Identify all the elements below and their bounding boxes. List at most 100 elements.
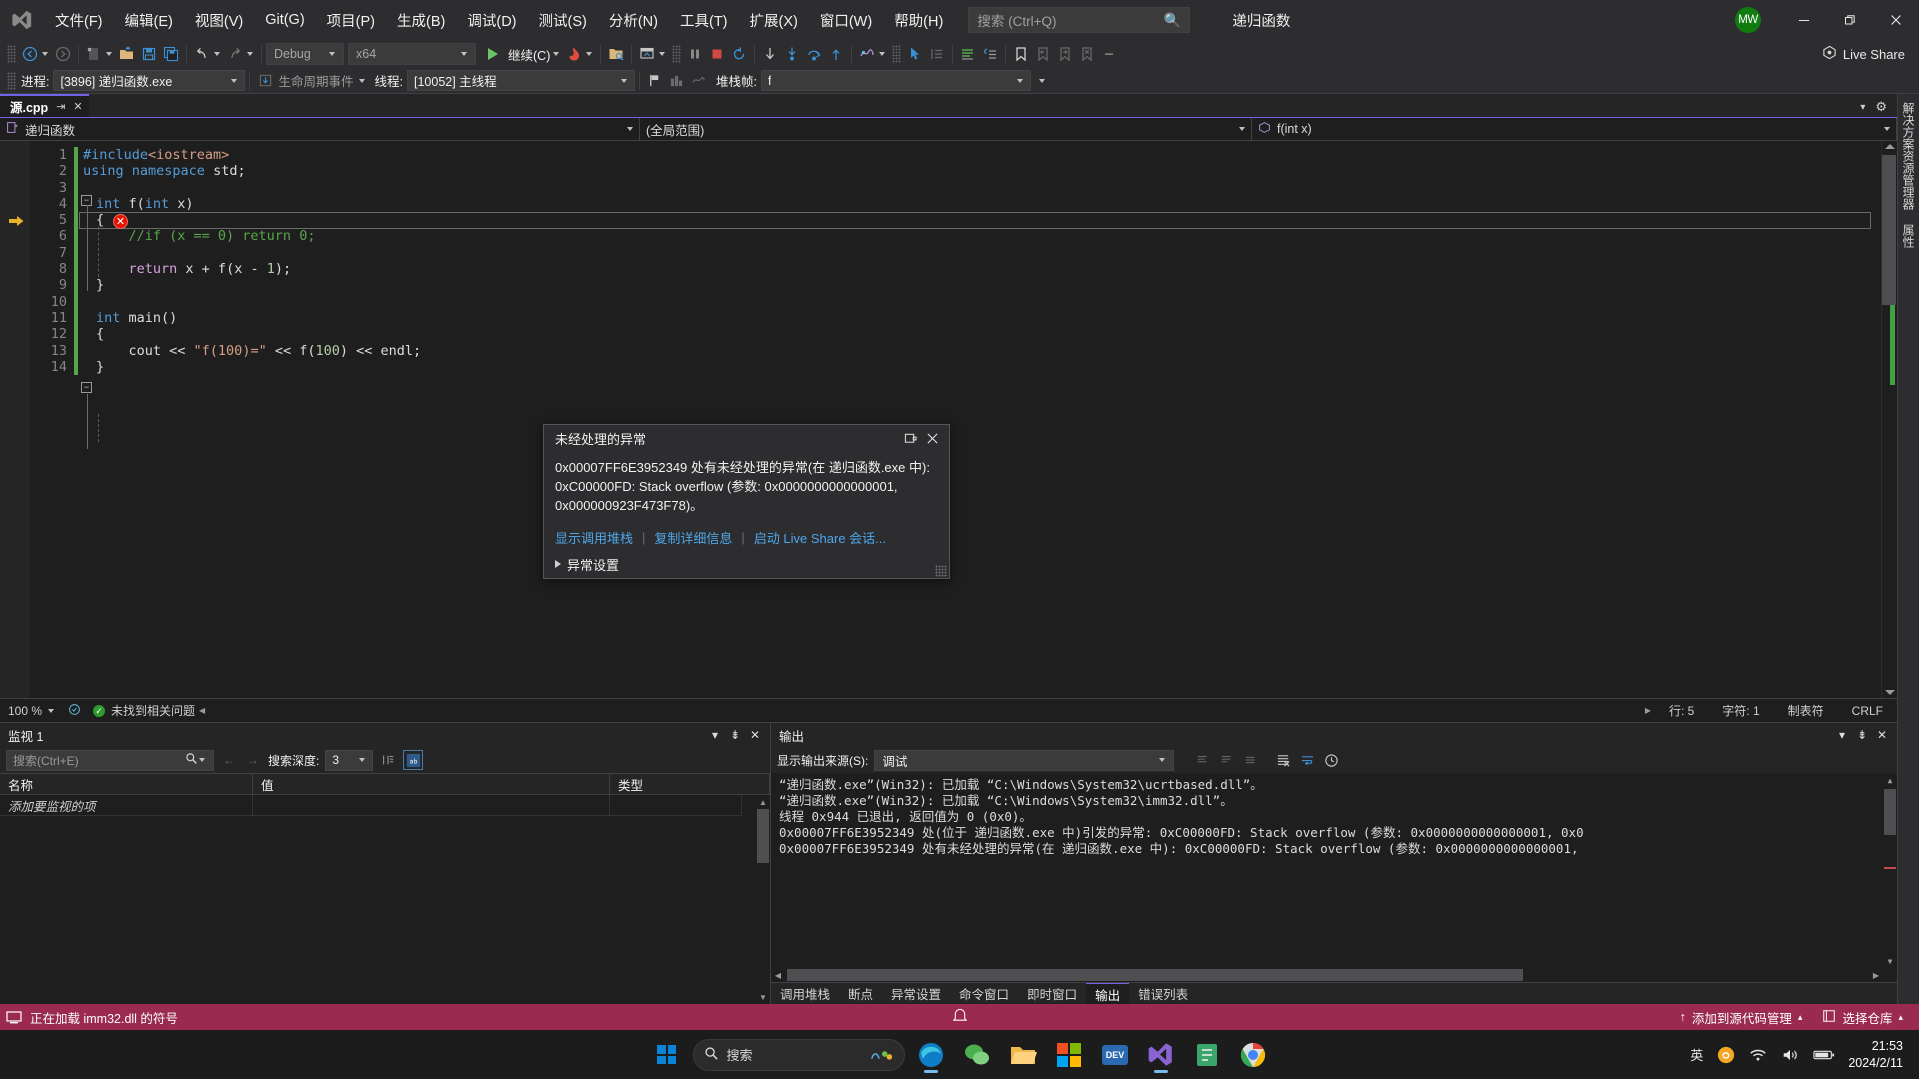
- step-into-icon[interactable]: [781, 42, 803, 66]
- tab-error-list[interactable]: 错误列表: [1129, 983, 1197, 1005]
- taskbar-app-edge[interactable]: [911, 1035, 951, 1075]
- modules-icon[interactable]: [666, 69, 688, 93]
- scroll-up-arrow-icon[interactable]: ▲: [756, 795, 770, 809]
- menu-edit[interactable]: 编辑(E): [114, 0, 184, 40]
- uncomment-icon[interactable]: [979, 42, 1001, 66]
- scrollbar-thumb[interactable]: [1882, 155, 1896, 305]
- tab-command-window[interactable]: 命令窗口: [950, 983, 1018, 1005]
- toolbar-grip-2[interactable]: [672, 45, 682, 63]
- watch-search-input[interactable]: 搜索(Ctrl+E): [6, 749, 214, 771]
- solution-platform-combo[interactable]: x64: [348, 43, 476, 65]
- threads-icon[interactable]: [856, 42, 878, 66]
- lifecycle-label[interactable]: 生命周期事件: [278, 71, 353, 90]
- tab-call-stack[interactable]: 调用堆栈: [771, 983, 839, 1005]
- column-header-name[interactable]: 名称: [0, 774, 253, 794]
- breakpoint-error-icon[interactable]: ✕: [113, 214, 128, 229]
- exception-settings-expander[interactable]: 异常设置: [544, 547, 949, 574]
- clear-bookmark-icon[interactable]: [1076, 42, 1098, 66]
- columns-icon[interactable]: [379, 751, 397, 769]
- avatar[interactable]: MW: [1735, 7, 1761, 33]
- navigate-forward-icon[interactable]: [52, 42, 74, 66]
- notifications-icon[interactable]: [952, 1008, 967, 1026]
- watch-vertical-scrollbar[interactable]: ▲ ▼: [756, 795, 770, 1004]
- previous-message-icon[interactable]: [1242, 751, 1260, 769]
- menu-window[interactable]: 窗口(W): [809, 0, 883, 40]
- editor-horizontal-scrollbar[interactable]: ◀ ▶: [195, 703, 1655, 718]
- output-source-combo[interactable]: 调试: [874, 749, 1175, 771]
- taskbar-search-input[interactable]: 搜索: [692, 1038, 905, 1071]
- undo-dropdown-icon[interactable]: [214, 52, 220, 56]
- glyph-margin[interactable]: [0, 141, 30, 698]
- table-row[interactable]: 添加要监视的项: [0, 795, 770, 816]
- debugbar-overflow-icon[interactable]: [1038, 78, 1045, 83]
- output-vertical-scrollbar[interactable]: ▲ ▼: [1883, 773, 1897, 968]
- editor-vertical-scrollbar[interactable]: [1881, 141, 1897, 698]
- chevron-down-icon[interactable]: ▾: [1833, 726, 1851, 744]
- undock-icon[interactable]: [899, 427, 921, 449]
- column-header-value[interactable]: 值: [253, 774, 610, 794]
- scroll-right-arrow-icon[interactable]: ▶: [1869, 968, 1883, 982]
- tab-source-cpp[interactable]: 源.cpp ⇥ ✕: [0, 94, 89, 117]
- indent-icon[interactable]: [926, 42, 948, 66]
- toolbar-grip[interactable]: [7, 45, 16, 63]
- menu-tools[interactable]: 工具(T): [669, 0, 739, 40]
- wifi-icon[interactable]: [1742, 1030, 1774, 1079]
- taskbar-app-devcpp[interactable]: DEV: [1095, 1035, 1135, 1075]
- chevron-down-icon[interactable]: ▾: [706, 726, 724, 744]
- redo-icon[interactable]: [224, 42, 246, 66]
- redo-dropdown-icon[interactable]: [247, 52, 253, 56]
- find-message-icon[interactable]: [1194, 751, 1212, 769]
- hexadecimal-display-icon[interactable]: ab: [403, 750, 424, 770]
- navigate-back-dropdown-icon[interactable]: [42, 52, 48, 56]
- taskbar-app-chrome[interactable]: [1233, 1035, 1273, 1075]
- battery-icon[interactable]: [1806, 1030, 1842, 1079]
- sogou-input-icon[interactable]: [1710, 1030, 1742, 1079]
- volume-icon[interactable]: [1774, 1030, 1806, 1079]
- line-ending-indicator[interactable]: CRLF: [1838, 704, 1897, 718]
- chevron-down-icon[interactable]: [199, 758, 205, 762]
- menu-project[interactable]: 项目(P): [316, 0, 386, 40]
- taskbar-app-visual-studio[interactable]: [1141, 1035, 1181, 1075]
- previous-bookmark-icon[interactable]: [1032, 42, 1054, 66]
- debugbar-grip[interactable]: [7, 71, 16, 90]
- hot-reload-icon[interactable]: [563, 42, 585, 66]
- watch-value-cell[interactable]: [253, 795, 610, 816]
- attach-process-icon[interactable]: [605, 42, 627, 66]
- lifecycle-dropdown-icon[interactable]: [358, 78, 365, 83]
- taskbar-app-notes[interactable]: [1187, 1035, 1227, 1075]
- rail-tab-properties[interactable]: 属性: [1900, 224, 1917, 248]
- solution-configuration-combo[interactable]: Debug: [266, 43, 344, 65]
- hot-reload-dropdown-icon[interactable]: [586, 52, 593, 56]
- scroll-left-arrow-icon[interactable]: ◀: [771, 968, 785, 982]
- navigate-back-icon[interactable]: [19, 42, 41, 66]
- navbar-scope-combo[interactable]: (全局范围): [640, 118, 1252, 140]
- select-repository-button[interactable]: 选择仓库 ▴: [1812, 1004, 1913, 1030]
- new-item-dropdown-icon[interactable]: [106, 52, 112, 56]
- restore-button[interactable]: [1827, 0, 1873, 40]
- search-icon[interactable]: [185, 752, 198, 768]
- code-editor[interactable]: 1 2 3 4 5 6 7 8 9 10 11 12 13 14 − − ✕ #…: [0, 141, 1897, 698]
- scroll-up-arrow-icon[interactable]: [1885, 144, 1895, 149]
- scroll-right-arrow-icon[interactable]: ▶: [1641, 704, 1655, 718]
- continue-dropdown-icon[interactable]: [553, 52, 560, 56]
- source-control-button[interactable]: ↑ 添加到源代码管理 ▴: [1670, 1004, 1813, 1030]
- code-text-area[interactable]: − − ✕ #include<iostream> using namespace…: [79, 141, 1881, 698]
- taskbar-app-wechat[interactable]: [957, 1035, 997, 1075]
- toolbar-overflow-icon[interactable]: [1098, 42, 1120, 66]
- close-icon[interactable]: ✕: [746, 726, 764, 744]
- windows-start-icon[interactable]: [647, 1035, 687, 1075]
- stackframe-combo[interactable]: f: [760, 70, 1031, 91]
- search-depth-combo[interactable]: 3: [325, 749, 374, 771]
- dialog-resize-handle[interactable]: [935, 565, 947, 577]
- lifecycle-events-icon[interactable]: [254, 69, 276, 93]
- close-button[interactable]: [1873, 0, 1919, 40]
- next-bookmark-icon[interactable]: [1054, 42, 1076, 66]
- navbar-project-combo[interactable]: 递归函数: [0, 118, 640, 140]
- rail-tab-solution-explorer[interactable]: 解决方案资源管理器: [1900, 102, 1917, 210]
- watch-add-item-cell[interactable]: 添加要监视的项: [0, 795, 253, 816]
- show-next-statement-icon[interactable]: [759, 42, 781, 66]
- select-pointer-icon[interactable]: [904, 42, 926, 66]
- scroll-up-arrow-icon[interactable]: ▲: [1883, 773, 1897, 787]
- tab-output[interactable]: 输出: [1086, 982, 1130, 1005]
- new-item-icon[interactable]: [83, 42, 105, 66]
